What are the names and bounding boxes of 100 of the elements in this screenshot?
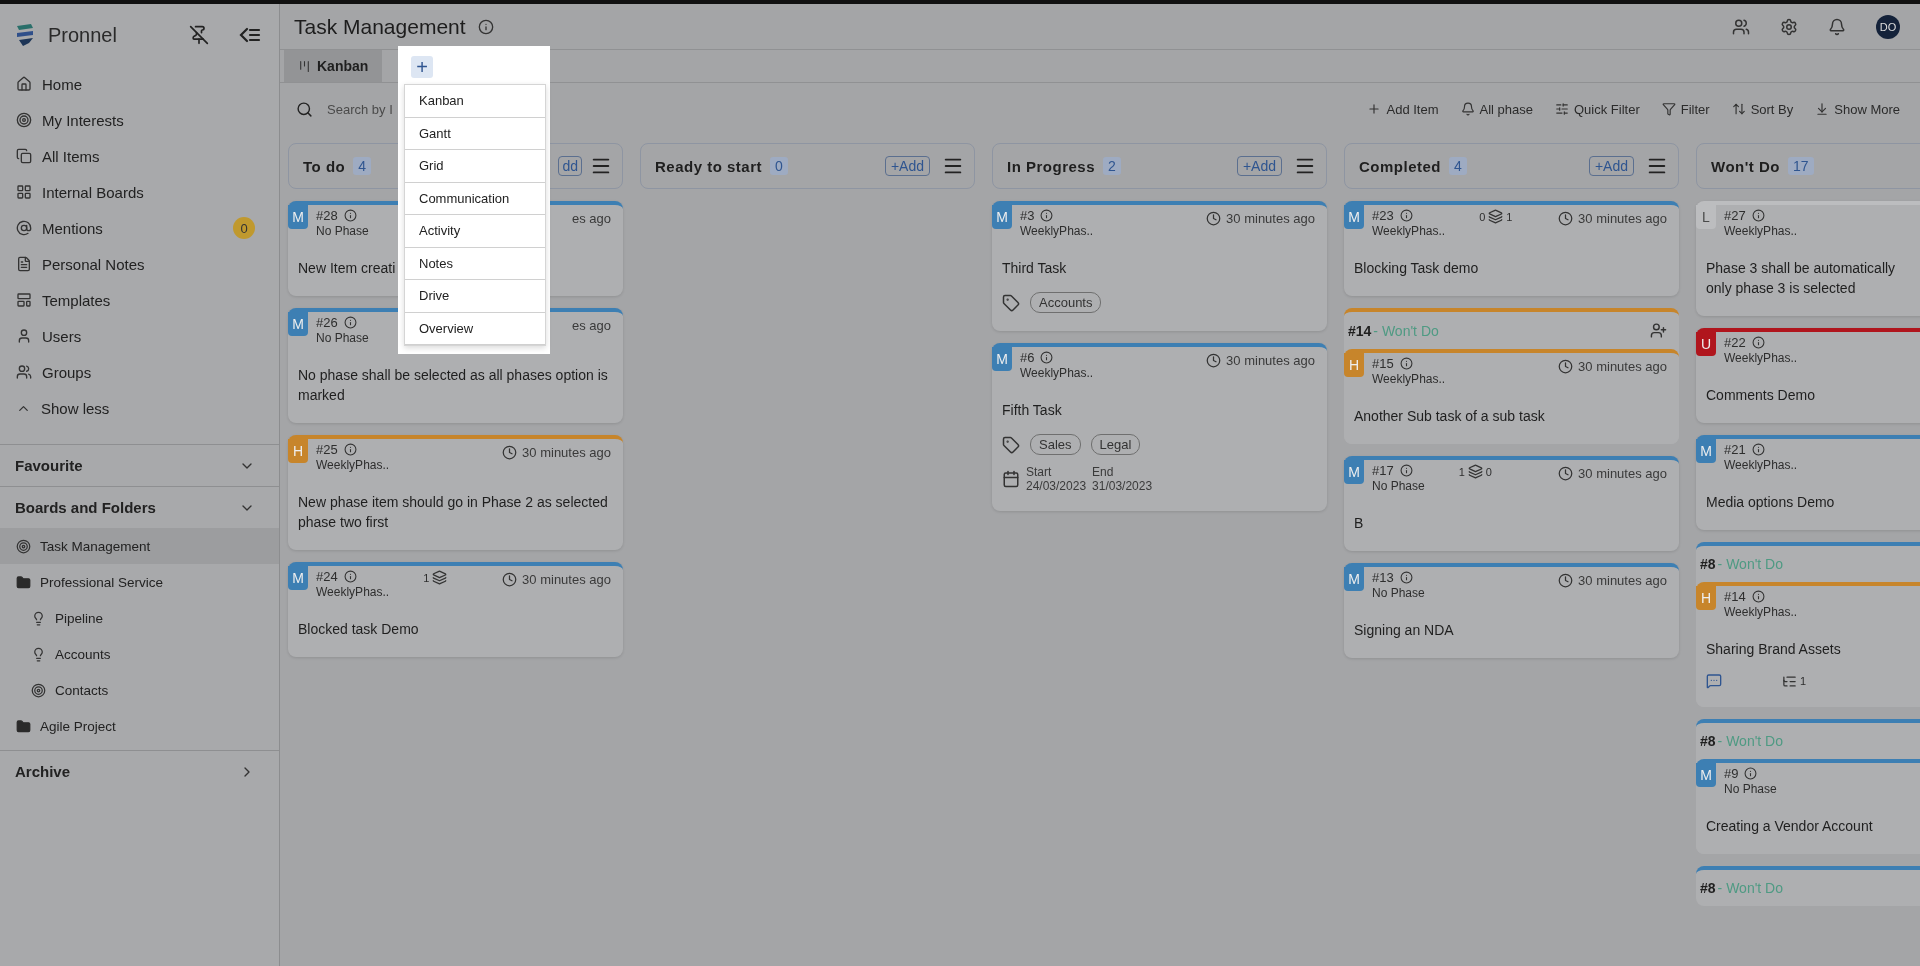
- parent-task-id: #8: [1700, 880, 1716, 896]
- task-time: es ago: [571, 318, 611, 333]
- parent-task-id: #14: [1348, 322, 1372, 339]
- task-tag: Legal: [1090, 434, 1141, 455]
- priority-badge: M: [288, 566, 308, 590]
- task-time: 30 minutes ago: [1578, 211, 1667, 226]
- task-title: Blocking Task demo: [1354, 259, 1479, 278]
- dependency-count: 0: [1479, 210, 1486, 223]
- task-title: B: [1354, 514, 1364, 533]
- priority-badge: H: [1696, 586, 1716, 610]
- dependency-count: 0: [1485, 465, 1492, 478]
- task-title: Comments Demo: [1706, 386, 1815, 405]
- task-id: #14: [1724, 589, 1746, 604]
- date-value: 31/03/2023: [1092, 479, 1153, 493]
- parent-task-id: #8: [1700, 733, 1716, 749]
- task-id: #15: [1372, 356, 1394, 371]
- task-time: 30 minutes ago: [1578, 359, 1667, 374]
- task-id: #22: [1724, 335, 1746, 350]
- priority-badge: M: [1696, 439, 1716, 463]
- priority-badge: U: [1696, 332, 1716, 356]
- task-id: #17: [1372, 463, 1394, 478]
- column-title: Completed: [1359, 157, 1441, 175]
- task-title: Fifth Task: [1002, 401, 1062, 420]
- task-title: New phase item should go in Phase 2 as selected phase two first: [298, 493, 609, 532]
- priority-badge: M: [1344, 205, 1364, 229]
- task-title: Sharing Brand Assets: [1706, 640, 1841, 659]
- priority-badge: M: [288, 205, 308, 229]
- priority-badge: M: [1344, 567, 1364, 591]
- task-phase: WeeklyPhas..: [1020, 366, 1094, 380]
- task-title: Third Task: [1002, 259, 1067, 278]
- task-id: #3: [1020, 208, 1035, 223]
- task-time: 30 minutes ago: [1578, 573, 1667, 588]
- priority-badge: M: [1696, 763, 1716, 787]
- priority-badge: M: [1344, 460, 1364, 484]
- task-phase: WeeklyPhas..: [316, 585, 390, 599]
- task-phase: No Phase: [1372, 586, 1425, 600]
- parent-task-status: - Won't Do: [1717, 733, 1783, 749]
- dependency-count: 1: [1506, 210, 1513, 223]
- parent-task-status: - Won't Do: [1717, 880, 1783, 896]
- task-phase: No Phase: [1724, 782, 1777, 796]
- priority-badge: M: [992, 205, 1012, 229]
- priority-badge: L: [1696, 205, 1716, 229]
- task-phase: No Phase: [316, 224, 369, 238]
- task-time: es ago: [571, 211, 611, 226]
- column-count: 0: [770, 157, 788, 175]
- task-tag: Accounts: [1030, 292, 1102, 313]
- column-count: 4: [1449, 157, 1467, 175]
- page-title: Task Management: [294, 14, 466, 39]
- task-id: #21: [1724, 442, 1746, 457]
- task-phase: WeeklyPhas..: [1372, 372, 1446, 386]
- brand-name: Pronnel: [48, 23, 118, 47]
- task-phase: WeeklyPhas..: [1372, 224, 1446, 238]
- column-title: Ready to start: [655, 157, 763, 175]
- task-phase: No Phase: [316, 331, 369, 345]
- column-title: In Progress: [1007, 157, 1096, 175]
- task-id: #27: [1724, 208, 1746, 223]
- task-time: 30 minutes ago: [522, 572, 611, 587]
- priority-badge: M: [992, 347, 1012, 371]
- task-title: No phase shall be selected as all phases option is marked: [298, 366, 609, 405]
- task-phase: WeeklyPhas..: [1020, 224, 1094, 238]
- task-id: #23: [1372, 208, 1394, 223]
- task-phase: WeeklyPhas..: [1724, 224, 1798, 238]
- task-id: #9: [1724, 766, 1739, 781]
- task-id: #6: [1020, 350, 1035, 365]
- task-phase: WeeklyPhas..: [1724, 605, 1798, 619]
- task-id: #25: [316, 442, 338, 457]
- task-title: Blocked task Demo: [298, 620, 419, 639]
- count-badge: 0: [233, 217, 255, 239]
- task-title: Media options Demo: [1706, 493, 1835, 512]
- column-title: Won't Do: [1711, 157, 1780, 175]
- task-id: #13: [1372, 570, 1394, 585]
- date-label: End: [1092, 465, 1115, 479]
- date-value: 24/03/2023: [1026, 479, 1087, 493]
- dependency-count: 1: [1458, 465, 1465, 478]
- task-phase: No Phase: [1372, 479, 1425, 493]
- task-time: 30 minutes ago: [1578, 466, 1667, 481]
- priority-badge: M: [288, 312, 308, 336]
- task-title: New Item creati: [298, 259, 396, 278]
- priority-badge: H: [1344, 353, 1364, 377]
- task-title: Another Sub task of a sub task: [1354, 407, 1545, 426]
- date-label: Start: [1026, 465, 1053, 479]
- task-title: Creating a Vendor Account: [1706, 817, 1873, 836]
- task-phase: WeeklyPhas..: [316, 458, 390, 472]
- task-title: Phase 3 shall be automatically only phase 3 is selected: [1706, 259, 1896, 298]
- subtask-count: 1: [1800, 675, 1807, 687]
- task-title: Signing an NDA: [1354, 621, 1454, 640]
- parent-task-id: #8: [1700, 556, 1716, 572]
- task-time: 30 minutes ago: [1226, 211, 1315, 226]
- parent-task-status: - Won't Do: [1717, 556, 1783, 572]
- column-title: To do: [303, 157, 346, 175]
- column-count: 4: [353, 157, 371, 175]
- task-tag: Sales: [1030, 434, 1081, 455]
- task-id: #24: [316, 569, 338, 584]
- dependency-count: 1: [423, 571, 430, 584]
- task-id: #28: [316, 208, 338, 223]
- column-count: 17: [1787, 157, 1814, 175]
- parent-task-status: - Won't Do: [1373, 322, 1439, 339]
- task-phase: WeeklyPhas..: [1724, 458, 1798, 472]
- task-id: #26: [316, 315, 338, 330]
- column-count: 2: [1103, 157, 1121, 175]
